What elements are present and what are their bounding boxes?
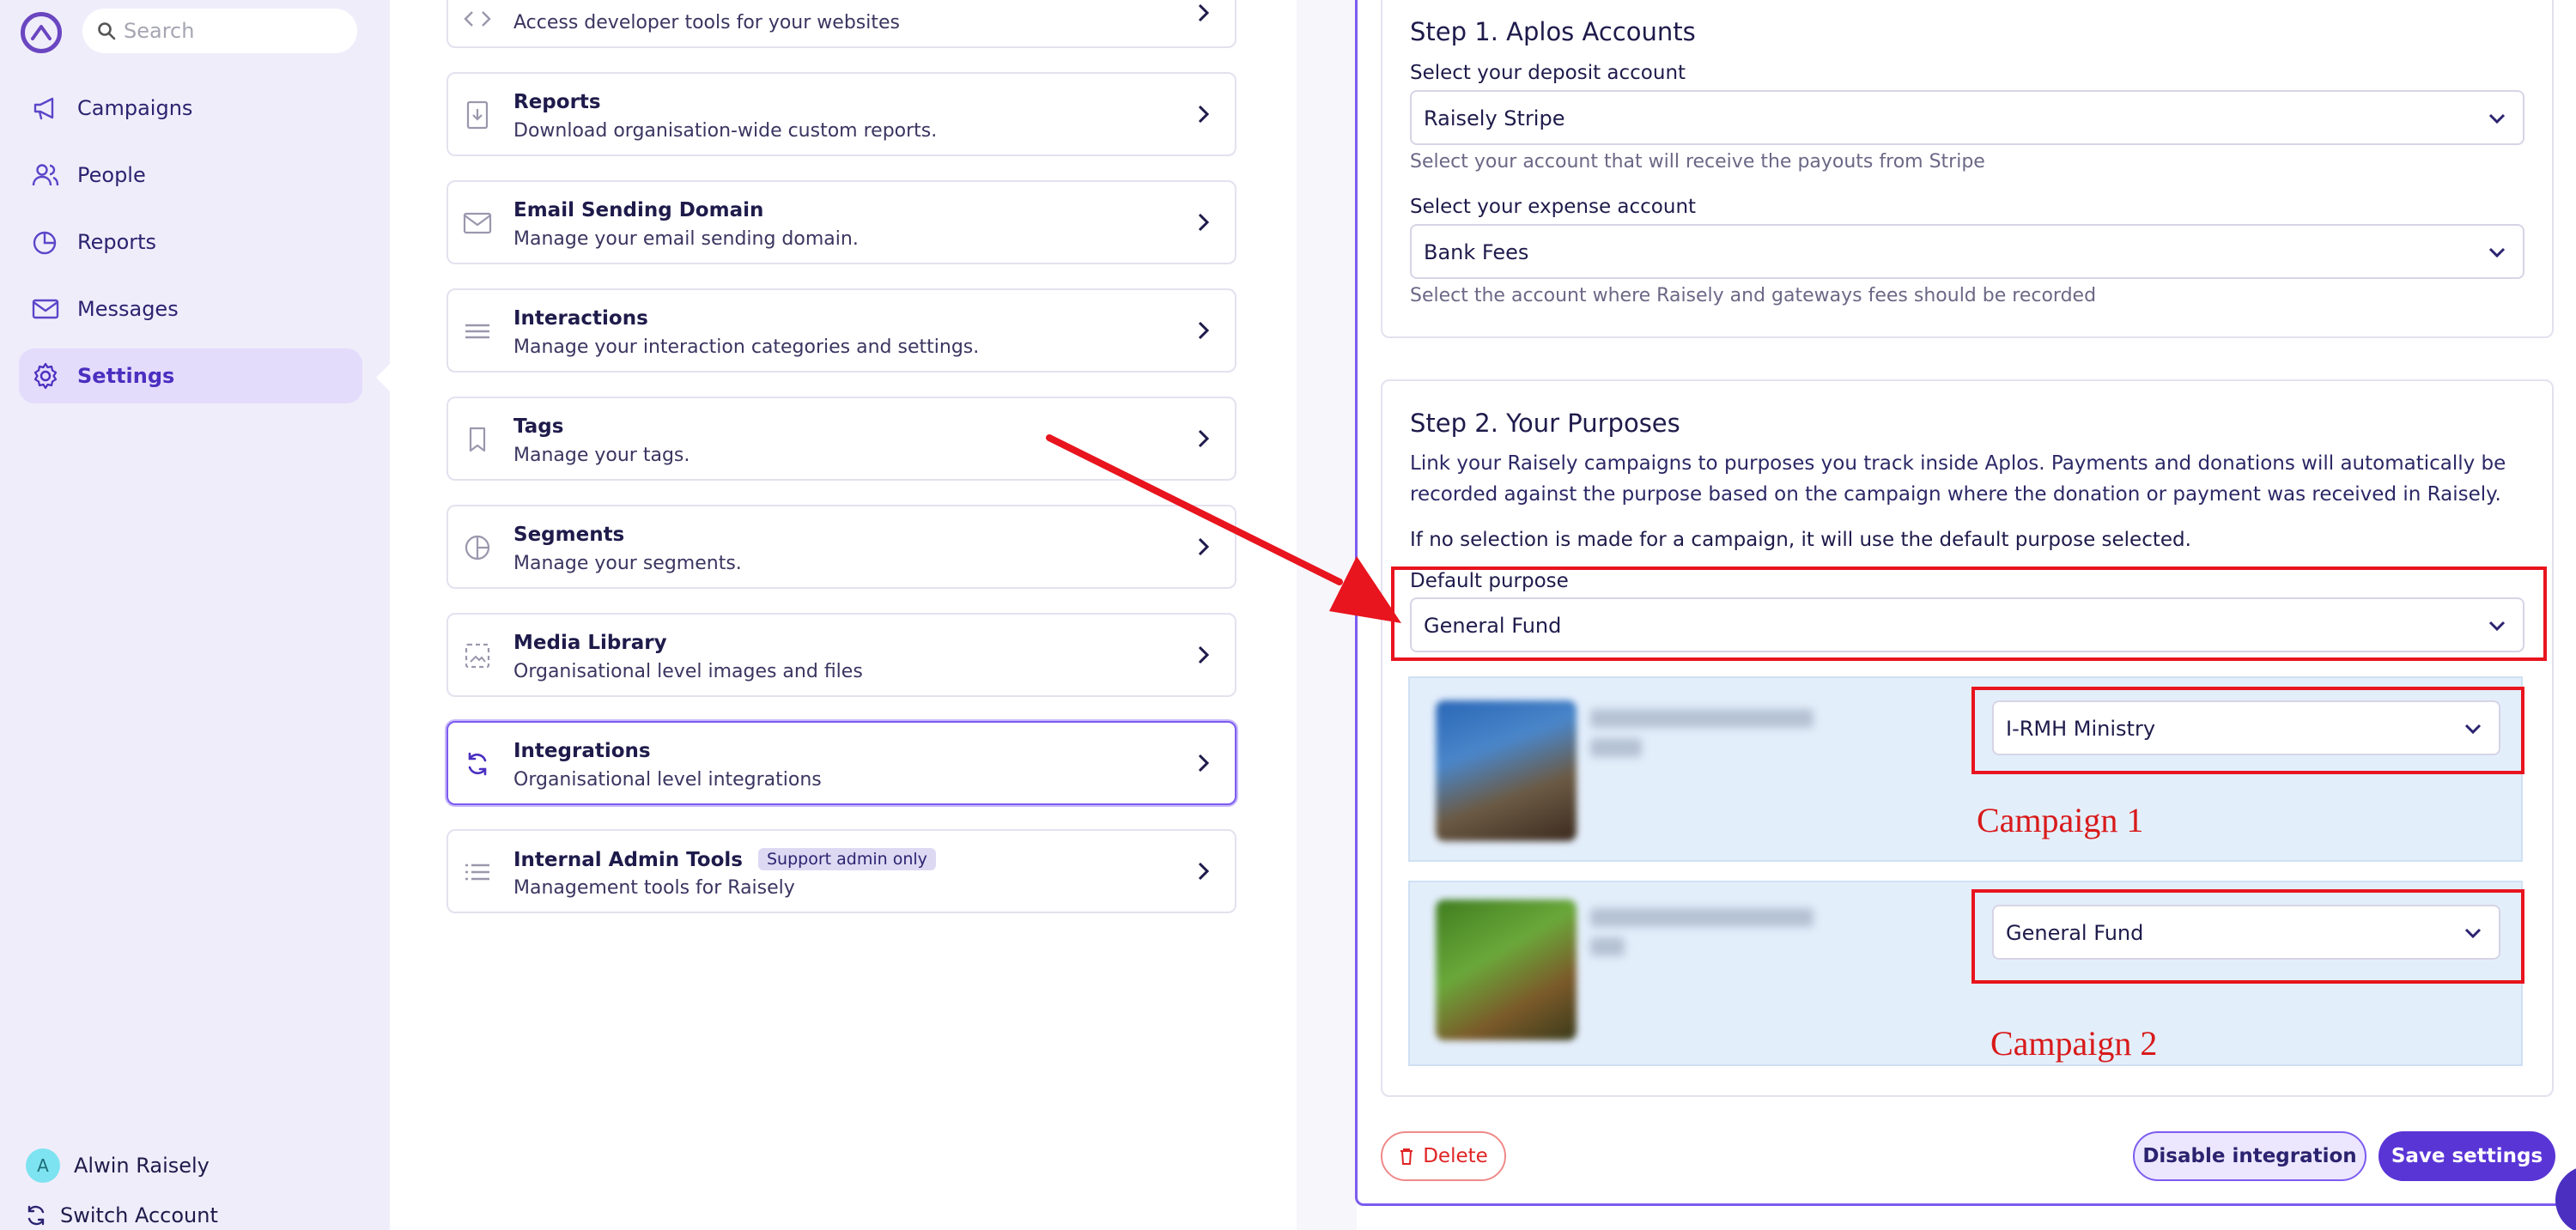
- trash-icon: [1400, 1148, 1413, 1165]
- annotation-arrow: [1046, 434, 1401, 623]
- delete-label: Delete: [1423, 1145, 1488, 1167]
- save-settings-button[interactable]: Save settings: [2379, 1131, 2555, 1181]
- disable-integration-button[interactable]: Disable integration: [2133, 1131, 2366, 1181]
- delete-button[interactable]: Delete: [1381, 1131, 1506, 1181]
